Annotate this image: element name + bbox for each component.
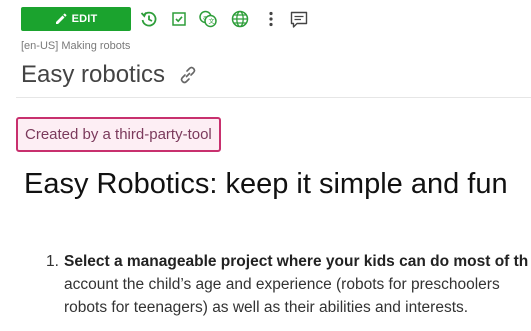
svg-text:a: a (203, 15, 207, 22)
list-item-line: account the child’s age and experience (… (64, 276, 500, 293)
content-heading: Easy Robotics: keep it simple and fun (24, 168, 508, 200)
translate-icon[interactable]: a 文 (197, 8, 219, 30)
status-badge: Created by a third-party-tool (16, 117, 221, 152)
svg-text:文: 文 (209, 18, 215, 26)
list-item-number: 1. (46, 253, 59, 270)
toolbar: EDIT (21, 7, 131, 31)
list-item-line: robots for teenagers) as well as their a… (64, 299, 469, 316)
list-item-bold-text: Select a manageable project where your k… (64, 253, 529, 270)
title-row: Easy robotics (21, 58, 199, 92)
page-title: Easy robotics (21, 61, 166, 88)
link-icon[interactable] (177, 64, 199, 86)
header-divider (16, 97, 531, 98)
comment-icon[interactable] (288, 9, 310, 31)
globe-icon[interactable] (229, 8, 251, 30)
more-vertical-icon[interactable] (260, 8, 282, 30)
checklist-icon[interactable] (168, 8, 190, 30)
edit-button-label: EDIT (71, 13, 98, 25)
history-icon[interactable] (138, 8, 160, 30)
page: EDIT a 文 [en-US] Making robots Easy robo… (0, 0, 531, 331)
list-item: 1. Select a manageable project where you… (46, 250, 531, 319)
list-item-line: Select a manageable project where your k… (46, 250, 531, 273)
edit-button[interactable]: EDIT (21, 7, 131, 31)
content-list: 1. Select a manageable project where you… (46, 250, 531, 319)
breadcrumb[interactable]: [en-US] Making robots (21, 40, 130, 52)
pencil-icon (55, 13, 67, 24)
